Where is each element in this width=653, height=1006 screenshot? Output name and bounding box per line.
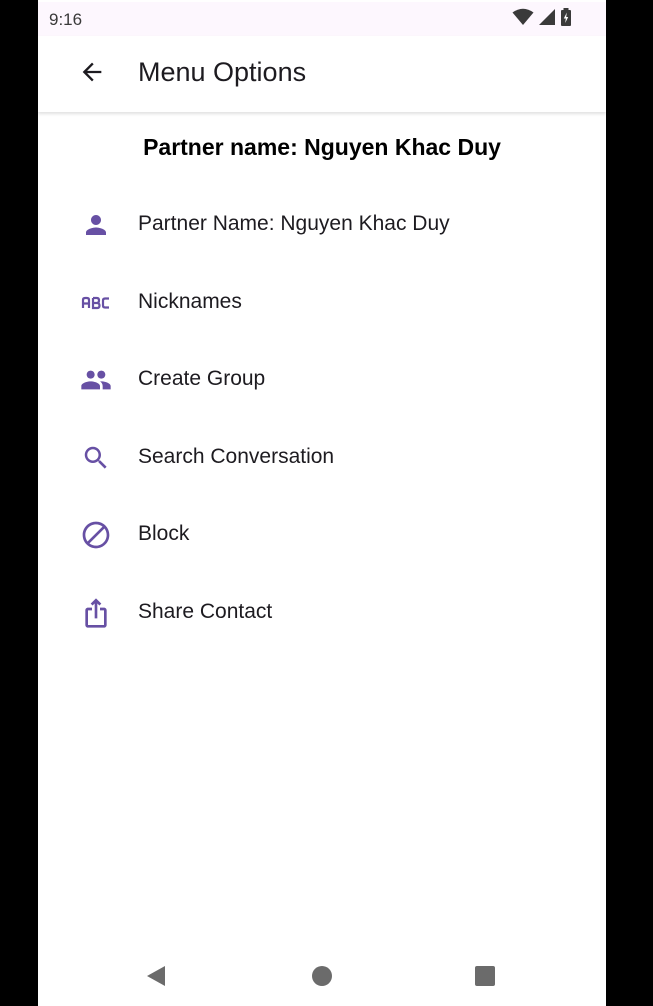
menu-item-search-conversation[interactable]: Search Conversation — [38, 419, 606, 497]
status-time: 9:16 — [49, 10, 83, 29]
status-bar: 9:16 — [38, 2, 606, 36]
home-circle-icon — [311, 965, 333, 992]
menu-item-label: Share Contact — [138, 599, 273, 623]
nav-recents-button[interactable] — [467, 960, 503, 996]
menu-item-nicknames[interactable]: Nicknames — [38, 264, 606, 342]
wifi-icon — [512, 8, 534, 31]
nav-back-button[interactable] — [138, 960, 174, 996]
back-triangle-icon — [145, 964, 167, 993]
navigation-bar — [38, 950, 606, 1006]
block-icon — [80, 519, 112, 551]
menu-item-label: Partner Name: Nguyen Khac Duy — [138, 212, 450, 235]
status-icons — [512, 7, 572, 31]
search-icon — [80, 442, 112, 474]
menu-item-label: Block — [138, 522, 190, 545]
partner-name-heading: Partner name: Nguyen Khac Duy — [143, 134, 501, 160]
menu-item-partner-name[interactable]: Partner Name: Nguyen Khac Duy — [38, 186, 606, 264]
arrow-back-icon — [78, 58, 106, 91]
menu-item-label: Nicknames — [138, 289, 242, 313]
signal-icon — [538, 8, 556, 31]
app-bar: Menu Options — [38, 36, 606, 112]
abc-icon — [80, 287, 112, 319]
menu-item-create-group[interactable]: Create Group — [38, 341, 606, 419]
back-button[interactable] — [70, 52, 114, 96]
nav-home-button[interactable] — [304, 960, 340, 996]
recents-square-icon — [474, 965, 496, 992]
menu-item-block[interactable]: Block — [38, 496, 606, 574]
battery-charging-icon — [560, 7, 572, 31]
share-icon — [80, 597, 112, 629]
menu-item-share-contact[interactable]: Share Contact — [38, 574, 606, 652]
menu-list: Partner Name: Nguyen Khac Duy Nicknames … — [38, 186, 606, 651]
phone-screen: 9:16 Menu Options Partner name: Nguyen K… — [38, 0, 606, 1006]
person-icon — [80, 209, 112, 241]
menu-item-label: Search Conversation — [138, 444, 335, 468]
page-title: Menu Options — [138, 57, 307, 87]
menu-item-label: Create Group — [138, 367, 266, 390]
group-icon — [80, 364, 112, 396]
